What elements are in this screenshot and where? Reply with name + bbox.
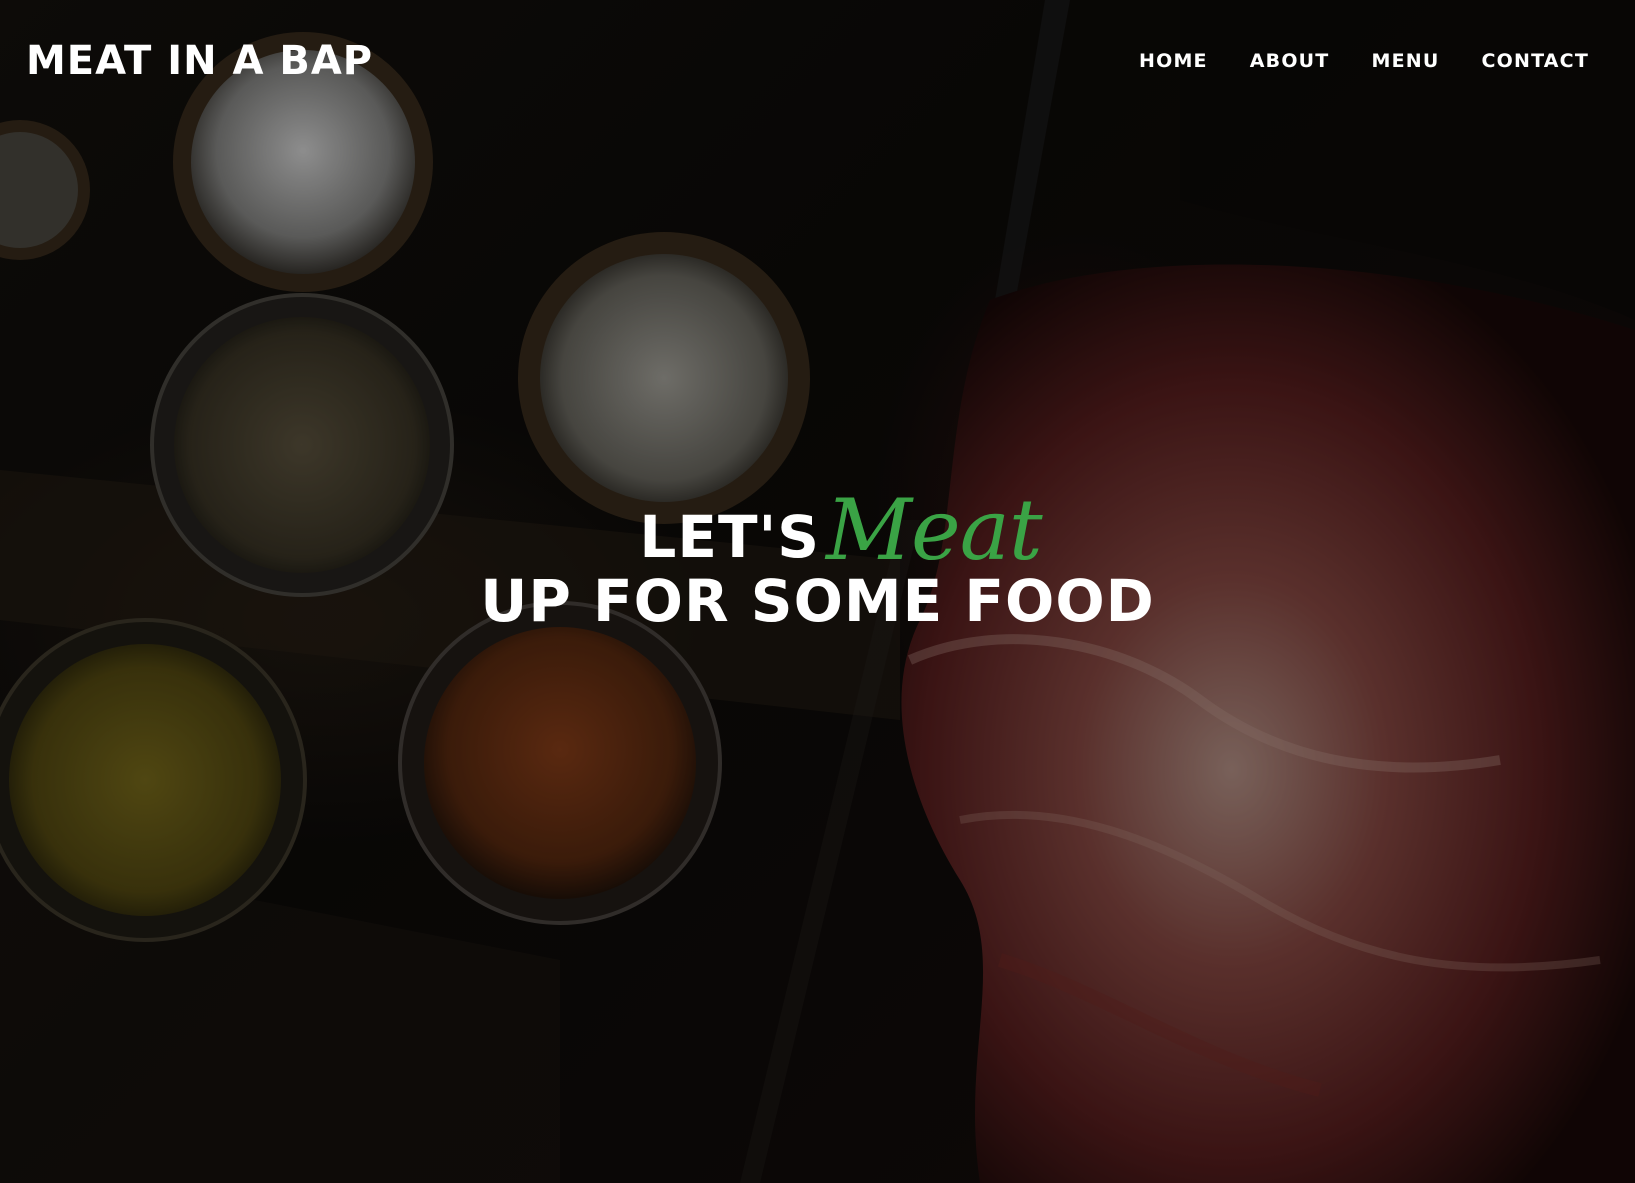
nav-link-contact[interactable]: CONTACT [1482,50,1590,72]
main-nav: HOME ABOUT MENU CONTACT [1139,50,1589,72]
headline-line-2: UP FOR SOME FOOD [480,567,1155,635]
nav-link-menu[interactable]: MENU [1371,50,1439,72]
nav-item-menu: MENU [1371,50,1439,72]
hero-section: MEAT IN A BAP HOME ABOUT MENU CONTACT LE… [0,0,1635,1183]
headline-lets: LET'S [639,503,821,571]
nav-item-contact: CONTACT [1482,50,1590,72]
nav-link-about[interactable]: ABOUT [1250,50,1330,72]
hero-headline: LET'S Meat UP FOR SOME FOOD [0,482,1635,630]
nav-link-home[interactable]: HOME [1139,50,1208,72]
headline-accent-meat: Meat [826,481,1043,579]
nav-item-about: ABOUT [1250,50,1330,72]
headline-line-1: LET'S Meat [46,482,1635,572]
brand-logo[interactable]: MEAT IN A BAP [26,38,373,84]
nav-item-home: HOME [1139,50,1208,72]
